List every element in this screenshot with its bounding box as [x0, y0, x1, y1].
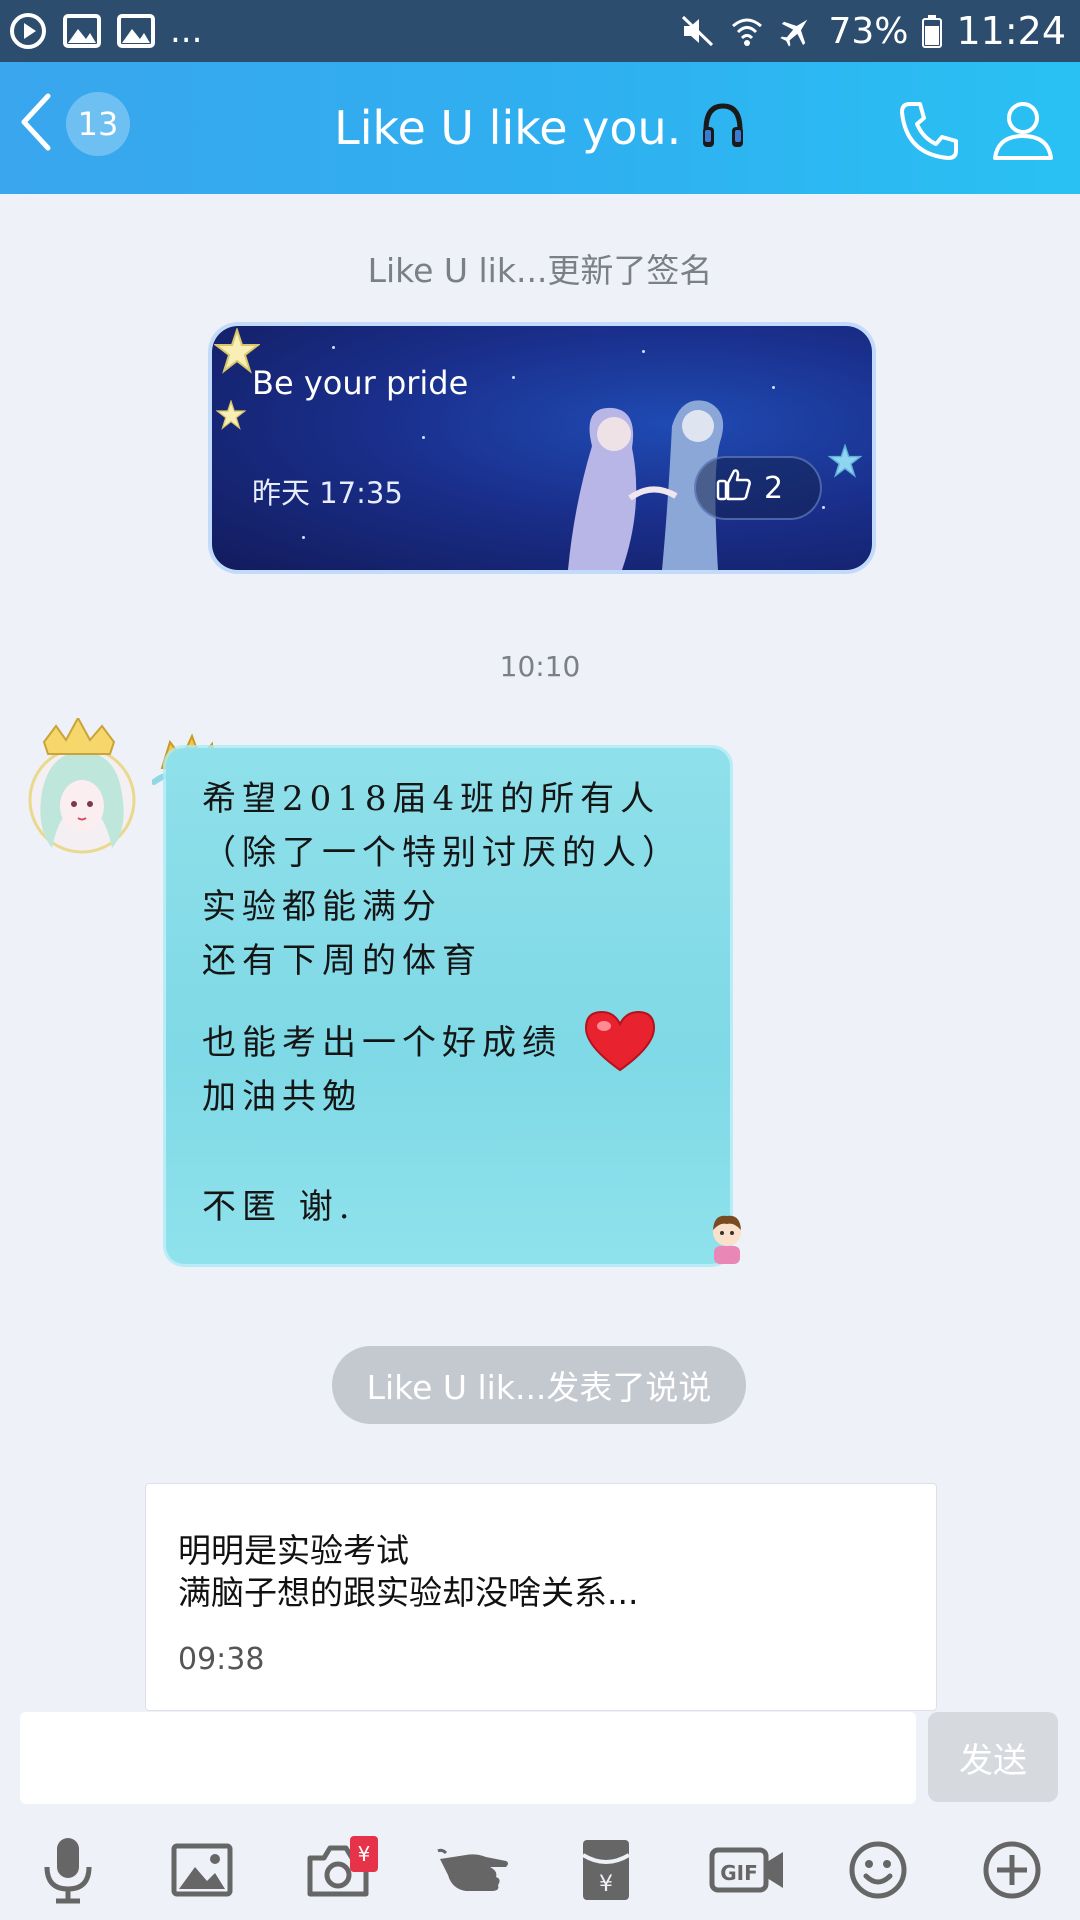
- star-decoration-icon: [828, 444, 862, 478]
- wifi-icon: [730, 14, 764, 48]
- message-text: 希望2018届4班的所有人 （除了一个特别讨厌的人） 实验都能满分 还有下周的体…: [202, 772, 710, 1234]
- poke-hand-icon: [436, 1845, 512, 1895]
- mute-icon: [680, 13, 716, 49]
- thumbs-up-icon: [716, 467, 752, 509]
- message-line: （除了一个特别讨厌的人）: [202, 833, 682, 873]
- contact-profile-button[interactable]: [990, 98, 1056, 168]
- star-dot: [302, 536, 305, 539]
- chat-header: 13 Like U like you.: [0, 62, 1080, 194]
- signature-time: 昨天 17:35: [252, 476, 403, 510]
- sender-avatar[interactable]: [20, 715, 140, 858]
- message-input[interactable]: [20, 1712, 916, 1804]
- message-line: 不匿 谢.: [202, 1187, 356, 1227]
- message-input-row: 发送: [0, 1710, 1080, 1810]
- post-text-line: 明明是实验考试: [178, 1531, 409, 1570]
- play-notification-icon: [8, 11, 48, 51]
- gif-icon: GIF: [709, 1844, 787, 1896]
- signature-text: Be your pride: [252, 364, 469, 402]
- gallery-notification-icon-2: [116, 13, 156, 49]
- photo-album-button[interactable]: [162, 1830, 242, 1910]
- signature-card[interactable]: Be your pride 昨天 17:35 2: [212, 326, 872, 570]
- message-line: 希望2018届4班的所有人: [202, 779, 661, 819]
- battery-percentage: 73%: [828, 10, 909, 52]
- message-timestamp: 10:10: [499, 650, 581, 683]
- red-envelope-icon: ¥: [580, 1837, 632, 1903]
- star-dot: [512, 376, 515, 379]
- voice-call-button[interactable]: [896, 98, 962, 168]
- unread-count-badge: 13: [66, 92, 130, 156]
- red-packet-badge: ¥: [350, 1836, 378, 1872]
- gif-button[interactable]: GIF: [700, 1830, 796, 1910]
- poke-button[interactable]: [434, 1830, 514, 1910]
- camera-icon: ¥: [306, 1836, 378, 1898]
- contact-name-title: Like U like you.: [230, 100, 850, 161]
- emoji-button[interactable]: [838, 1830, 918, 1910]
- heart-emoji-icon: [584, 1010, 656, 1072]
- send-button[interactable]: 发送: [928, 1712, 1058, 1802]
- person-icon: [990, 102, 1056, 168]
- signature-update-notice: Like U lik...更新了签名: [367, 251, 713, 290]
- star-dot: [822, 506, 825, 509]
- like-button[interactable]: 2: [694, 456, 822, 520]
- post-time: 09:38: [178, 1642, 265, 1677]
- airplane-mode-icon: [778, 13, 814, 49]
- shared-post-card[interactable]: 明明是实验考试 满脑子想的跟实验却没啥关系... 09:38: [145, 1483, 937, 1711]
- message-line: 加油共勉: [202, 1077, 362, 1117]
- plus-icon: [982, 1840, 1042, 1900]
- svg-text:¥: ¥: [599, 1872, 613, 1897]
- gallery-notification-icon: [62, 13, 102, 49]
- clock: 11:24: [956, 9, 1066, 53]
- headphones-icon: [700, 100, 746, 161]
- more-options-button[interactable]: [972, 1830, 1052, 1910]
- star-dot: [332, 346, 335, 349]
- voice-input-button[interactable]: [28, 1830, 108, 1910]
- more-notifications: ...: [170, 11, 203, 51]
- post-text-line: 满脑子想的跟实验却没啥关系...: [178, 1573, 639, 1612]
- chevron-left-icon: [16, 92, 56, 156]
- emoji-icon: [848, 1840, 908, 1900]
- boy-sticker-icon: [713, 1215, 741, 1264]
- status-bar: ... 73% 11:24: [0, 0, 1080, 62]
- message-bubble[interactable]: 希望2018届4班的所有人 （除了一个特别讨厌的人） 实验都能满分 还有下周的体…: [166, 748, 730, 1264]
- message-line: 实验都能满分: [202, 887, 442, 927]
- star-decoration-icon: [216, 400, 246, 430]
- battery-icon: [922, 14, 943, 48]
- camera-button[interactable]: ¥: [298, 1830, 378, 1910]
- image-icon: [171, 1843, 233, 1897]
- contact-name: Like U like you.: [334, 101, 682, 155]
- like-count: 2: [764, 470, 784, 506]
- post-notice: Like U lik...发表了说说: [332, 1346, 746, 1424]
- back-button[interactable]: 13: [16, 92, 130, 156]
- input-toolbar: ¥ ¥ GIF: [0, 1820, 1080, 1920]
- microphone-icon: [40, 1835, 96, 1905]
- star-dot: [422, 436, 425, 439]
- phone-icon: [896, 102, 962, 168]
- message-line: 还有下周的体育: [202, 941, 482, 981]
- red-envelope-button[interactable]: ¥: [566, 1830, 646, 1910]
- gif-label: GIF: [720, 1861, 758, 1885]
- star-dot: [772, 386, 775, 389]
- star-dot: [642, 350, 645, 353]
